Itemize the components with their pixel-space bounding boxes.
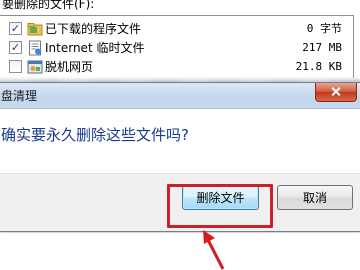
file-name: 已下载的程序文件: [45, 22, 142, 36]
list-item[interactable]: ✓ 已下载的程序文件 0 字节: [0, 20, 354, 38]
cancel-button[interactable]: 取消: [277, 185, 353, 210]
file-name: 脱机网页: [45, 60, 94, 74]
dialog-body: 确实要永久删除这些文件吗?: [0, 110, 360, 173]
close-icon: [331, 86, 341, 97]
dialog-titlebar[interactable]: 盘清理: [0, 83, 360, 109]
highlight-box: [167, 184, 273, 228]
confirm-question: 确实要永久删除这些文件吗?: [1, 126, 189, 144]
file-checkbox[interactable]: ✓: [9, 22, 22, 35]
close-button[interactable]: [315, 83, 357, 102]
file-list: ✓ 已下载的程序文件 0 字节 ✓ Internet 临时文件 217 MB 脱…: [0, 15, 354, 78]
file-checkbox[interactable]: [9, 60, 22, 73]
file-size: 0 字节: [306, 22, 342, 35]
list-item[interactable]: ✓ Internet 临时文件 217 MB: [0, 39, 354, 57]
list-item[interactable]: 脱机网页 21.8 KB: [0, 58, 354, 76]
pointer-arrow-icon: [203, 230, 225, 270]
file-size: 217 MB: [302, 41, 342, 54]
folder-icon: [27, 23, 43, 36]
file-checkbox[interactable]: ✓: [9, 41, 22, 54]
files-to-delete-label: 要删除的文件(F):: [2, 0, 95, 11]
dialog-title: 盘清理: [1, 89, 38, 103]
internet-file-icon: [29, 40, 41, 56]
offline-page-icon: [27, 60, 43, 74]
file-size: 21.8 KB: [295, 60, 342, 73]
window-bottom-area: [0, 233, 360, 270]
file-name: Internet 临时文件: [45, 41, 145, 55]
